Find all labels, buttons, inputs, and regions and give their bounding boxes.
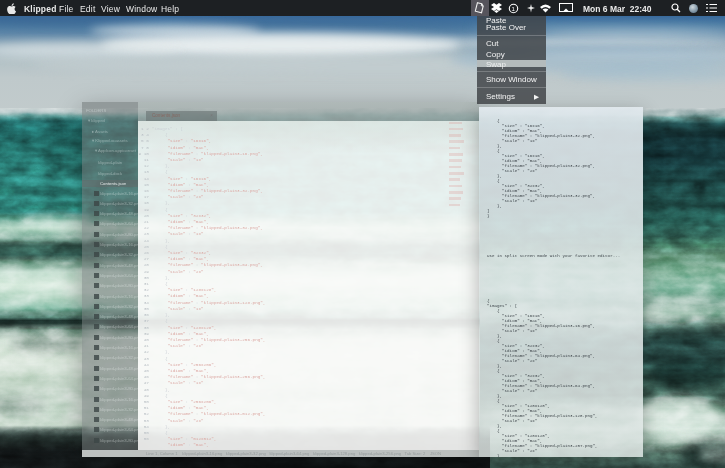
svg-text:1: 1	[512, 6, 516, 12]
